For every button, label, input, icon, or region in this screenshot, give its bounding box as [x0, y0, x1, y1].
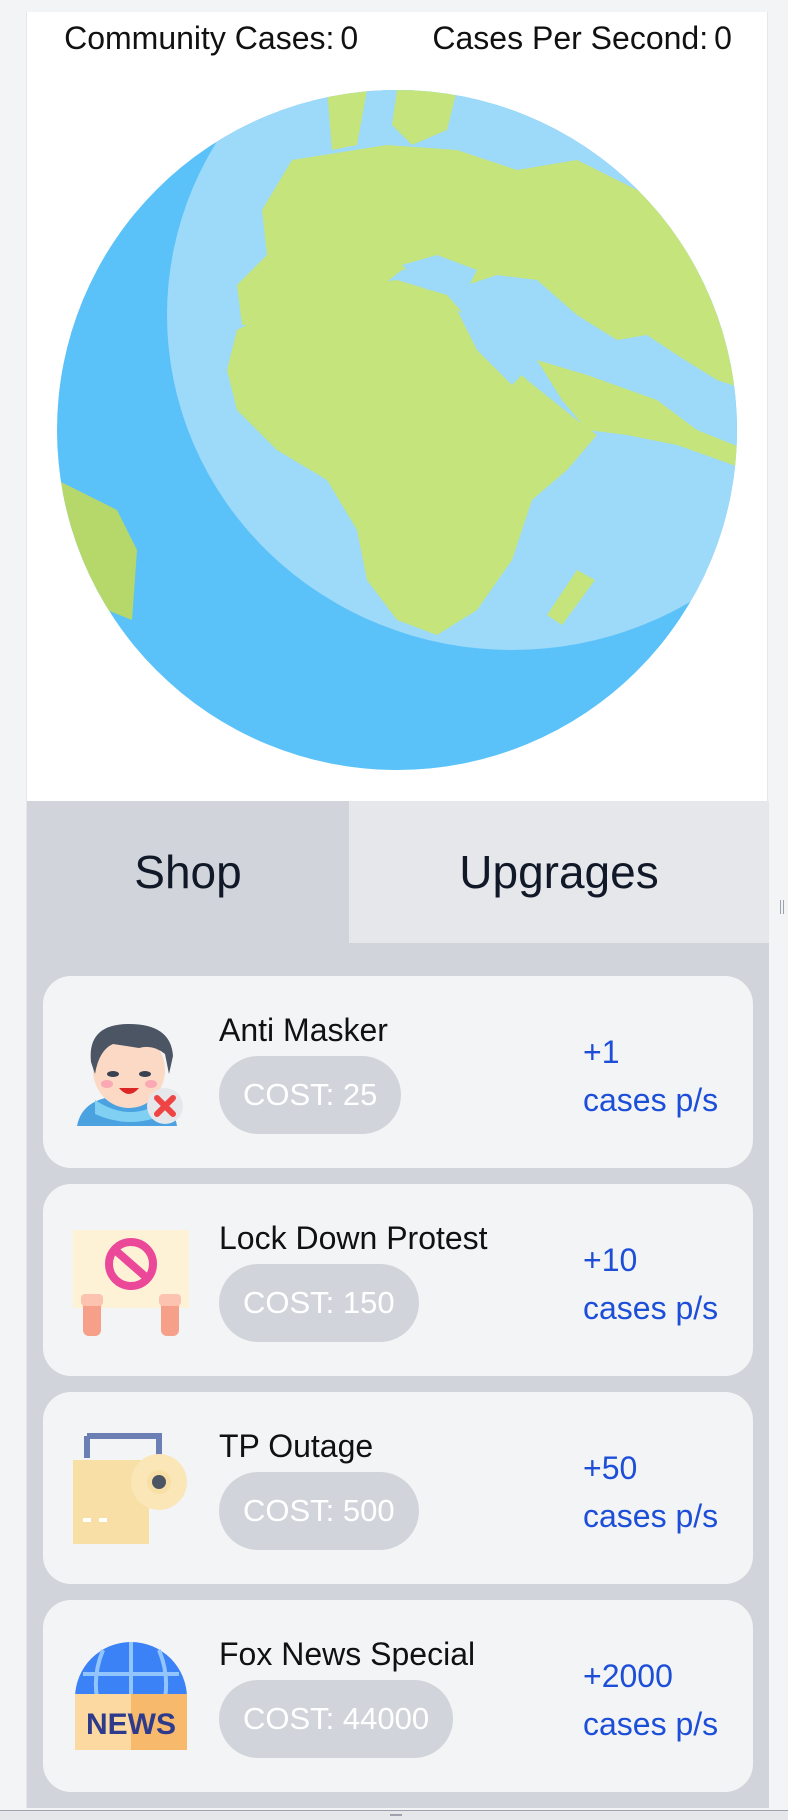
cases-per-second-stat: Cases Per Second: 0 — [432, 20, 732, 57]
shop-item-rate: +1 cases p/s — [583, 1028, 718, 1124]
tab-bar: Shop Upgrages — [27, 801, 769, 943]
tab-upgrades[interactable]: Upgrages — [349, 801, 769, 943]
anti-masker-icon — [73, 1014, 189, 1130]
rate-value: +1 — [583, 1034, 620, 1070]
rate-unit: cases p/s — [583, 1498, 719, 1534]
shop-panel: Shop Upgrages Anti Masker COST: 25 +1 ca… — [27, 801, 769, 1808]
buy-cost-button[interactable]: COST: 44000 — [219, 1680, 454, 1758]
shop-item-lock-down-protest[interactable]: Lock Down Protest COST: 150 +10 cases p/… — [43, 1184, 753, 1376]
community-cases-value: 0 — [340, 19, 359, 56]
toilet-paper-icon — [73, 1430, 189, 1546]
shop-item-info: Lock Down Protest COST: 150 — [219, 1220, 488, 1342]
protest-sign-icon — [73, 1222, 189, 1338]
shop-item-name: Fox News Special — [219, 1636, 476, 1672]
shop-item-fox-news-special[interactable]: NEWS Fox News Special COST: 44000 +2000 … — [43, 1600, 753, 1792]
rate-value: +50 — [583, 1450, 638, 1486]
rate-unit: cases p/s — [583, 1082, 719, 1118]
earth-globe-button[interactable] — [57, 90, 737, 770]
rate-unit: cases p/s — [583, 1706, 719, 1742]
community-cases-label: Community Cases: — [64, 19, 335, 56]
game-frame: Community Cases: 0 Cases Per Second: 0 S… — [26, 12, 769, 1808]
bottom-scrollbar[interactable] — [0, 1810, 788, 1820]
buy-cost-button[interactable]: COST: 500 — [219, 1472, 419, 1550]
news-icon-text: NEWS — [86, 1708, 176, 1741]
buy-cost-button[interactable]: COST: 25 — [219, 1056, 402, 1134]
shop-item-rate: +2000 cases p/s — [583, 1652, 718, 1748]
resize-handle[interactable] — [780, 900, 784, 914]
scrollbar-grip[interactable] — [390, 1814, 402, 1816]
earth-globe-icon — [57, 90, 737, 770]
tab-shop[interactable]: Shop — [27, 801, 349, 943]
shop-item-info: Fox News Special COST: 44000 — [219, 1636, 475, 1758]
shop-item-rate: +10 cases p/s — [583, 1236, 718, 1332]
shop-item-rate: +50 cases p/s — [583, 1444, 718, 1540]
shop-item-tp-outage[interactable]: TP Outage COST: 500 +50 cases p/s — [43, 1392, 753, 1584]
cases-per-second-value: 0 — [714, 19, 732, 56]
rate-unit: cases p/s — [583, 1290, 719, 1326]
shop-item-name: Lock Down Protest — [219, 1220, 488, 1256]
rate-value: +10 — [583, 1242, 638, 1278]
shop-item-name: TP Outage — [219, 1428, 374, 1464]
buy-cost-button[interactable]: COST: 150 — [219, 1264, 419, 1342]
shop-item-name: Anti Masker — [219, 1012, 388, 1048]
community-cases-stat: Community Cases: 0 — [64, 20, 358, 57]
stats-bar: Community Cases: 0 Cases Per Second: 0 — [27, 12, 769, 64]
shop-item-anti-masker[interactable]: Anti Masker COST: 25 +1 cases p/s — [43, 976, 753, 1168]
rate-value: +2000 — [583, 1658, 673, 1694]
shop-item-list: Anti Masker COST: 25 +1 cases p/s Lock D… — [43, 976, 753, 1808]
shop-item-info: Anti Masker COST: 25 — [219, 1012, 402, 1134]
cases-per-second-label: Cases Per Second: — [432, 19, 709, 56]
shop-item-info: TP Outage COST: 500 — [219, 1428, 419, 1550]
news-globe-icon: NEWS — [73, 1638, 189, 1754]
